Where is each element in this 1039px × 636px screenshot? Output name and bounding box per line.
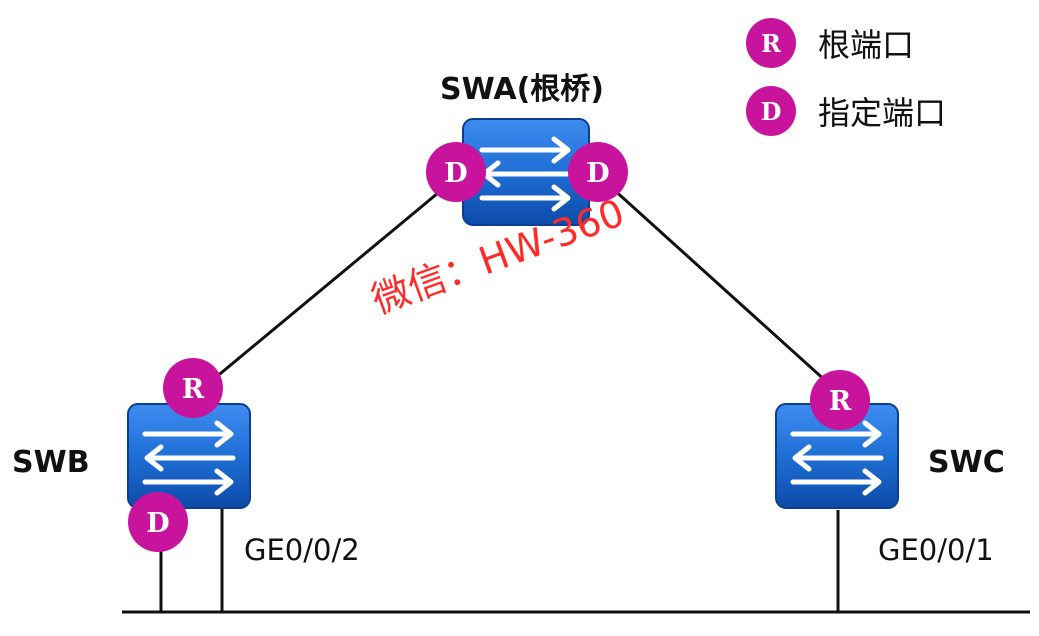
switch-arrows-icon — [482, 139, 570, 209]
switch-arrows-icon — [793, 423, 881, 493]
port-badge-swa-right: D — [568, 142, 628, 202]
port-badge-swb-up: R — [163, 358, 223, 418]
svg-text:指定端口: 指定端口 — [818, 94, 946, 132]
switch-label-swc: SWC — [928, 445, 1005, 480]
interface-label-swc: GE0/0/1 — [878, 533, 994, 567]
legend: R 根端口 D 指定端口 — [746, 18, 946, 136]
switch-swb — [127, 403, 251, 509]
svg-text:R: R — [182, 374, 205, 405]
interface-label-swb: GE0/0/2 — [244, 533, 360, 567]
svg-text:D: D — [146, 508, 169, 539]
diagram-svg: D D R D R SWA(根桥) SWB SWC GE0/0/2 GE0/0/… — [12, 18, 1030, 614]
svg-text:D: D — [444, 158, 467, 189]
svg-text:根端口: 根端口 — [818, 26, 914, 64]
legend-item-designated-port: D 指定端口 — [746, 86, 946, 136]
svg-text:R: R — [761, 29, 782, 58]
svg-text:D: D — [761, 97, 782, 126]
port-badge-swc-up: R — [810, 370, 870, 430]
svg-text:R: R — [829, 386, 852, 417]
svg-text:D: D — [586, 158, 609, 189]
switch-label-swb: SWB — [12, 445, 90, 480]
legend-item-root-port: R 根端口 — [746, 18, 914, 68]
link-swa-swc — [610, 186, 840, 394]
port-badge-swb-down: D — [128, 492, 188, 552]
switch-label-swa: SWA(根桥) — [440, 72, 604, 107]
switch-arrows-icon — [145, 423, 233, 493]
port-badge-swa-left: D — [426, 142, 486, 202]
stp-topology-diagram: D D R D R SWA(根桥) SWB SWC GE0/0/2 GE0/0/… — [0, 0, 1039, 636]
